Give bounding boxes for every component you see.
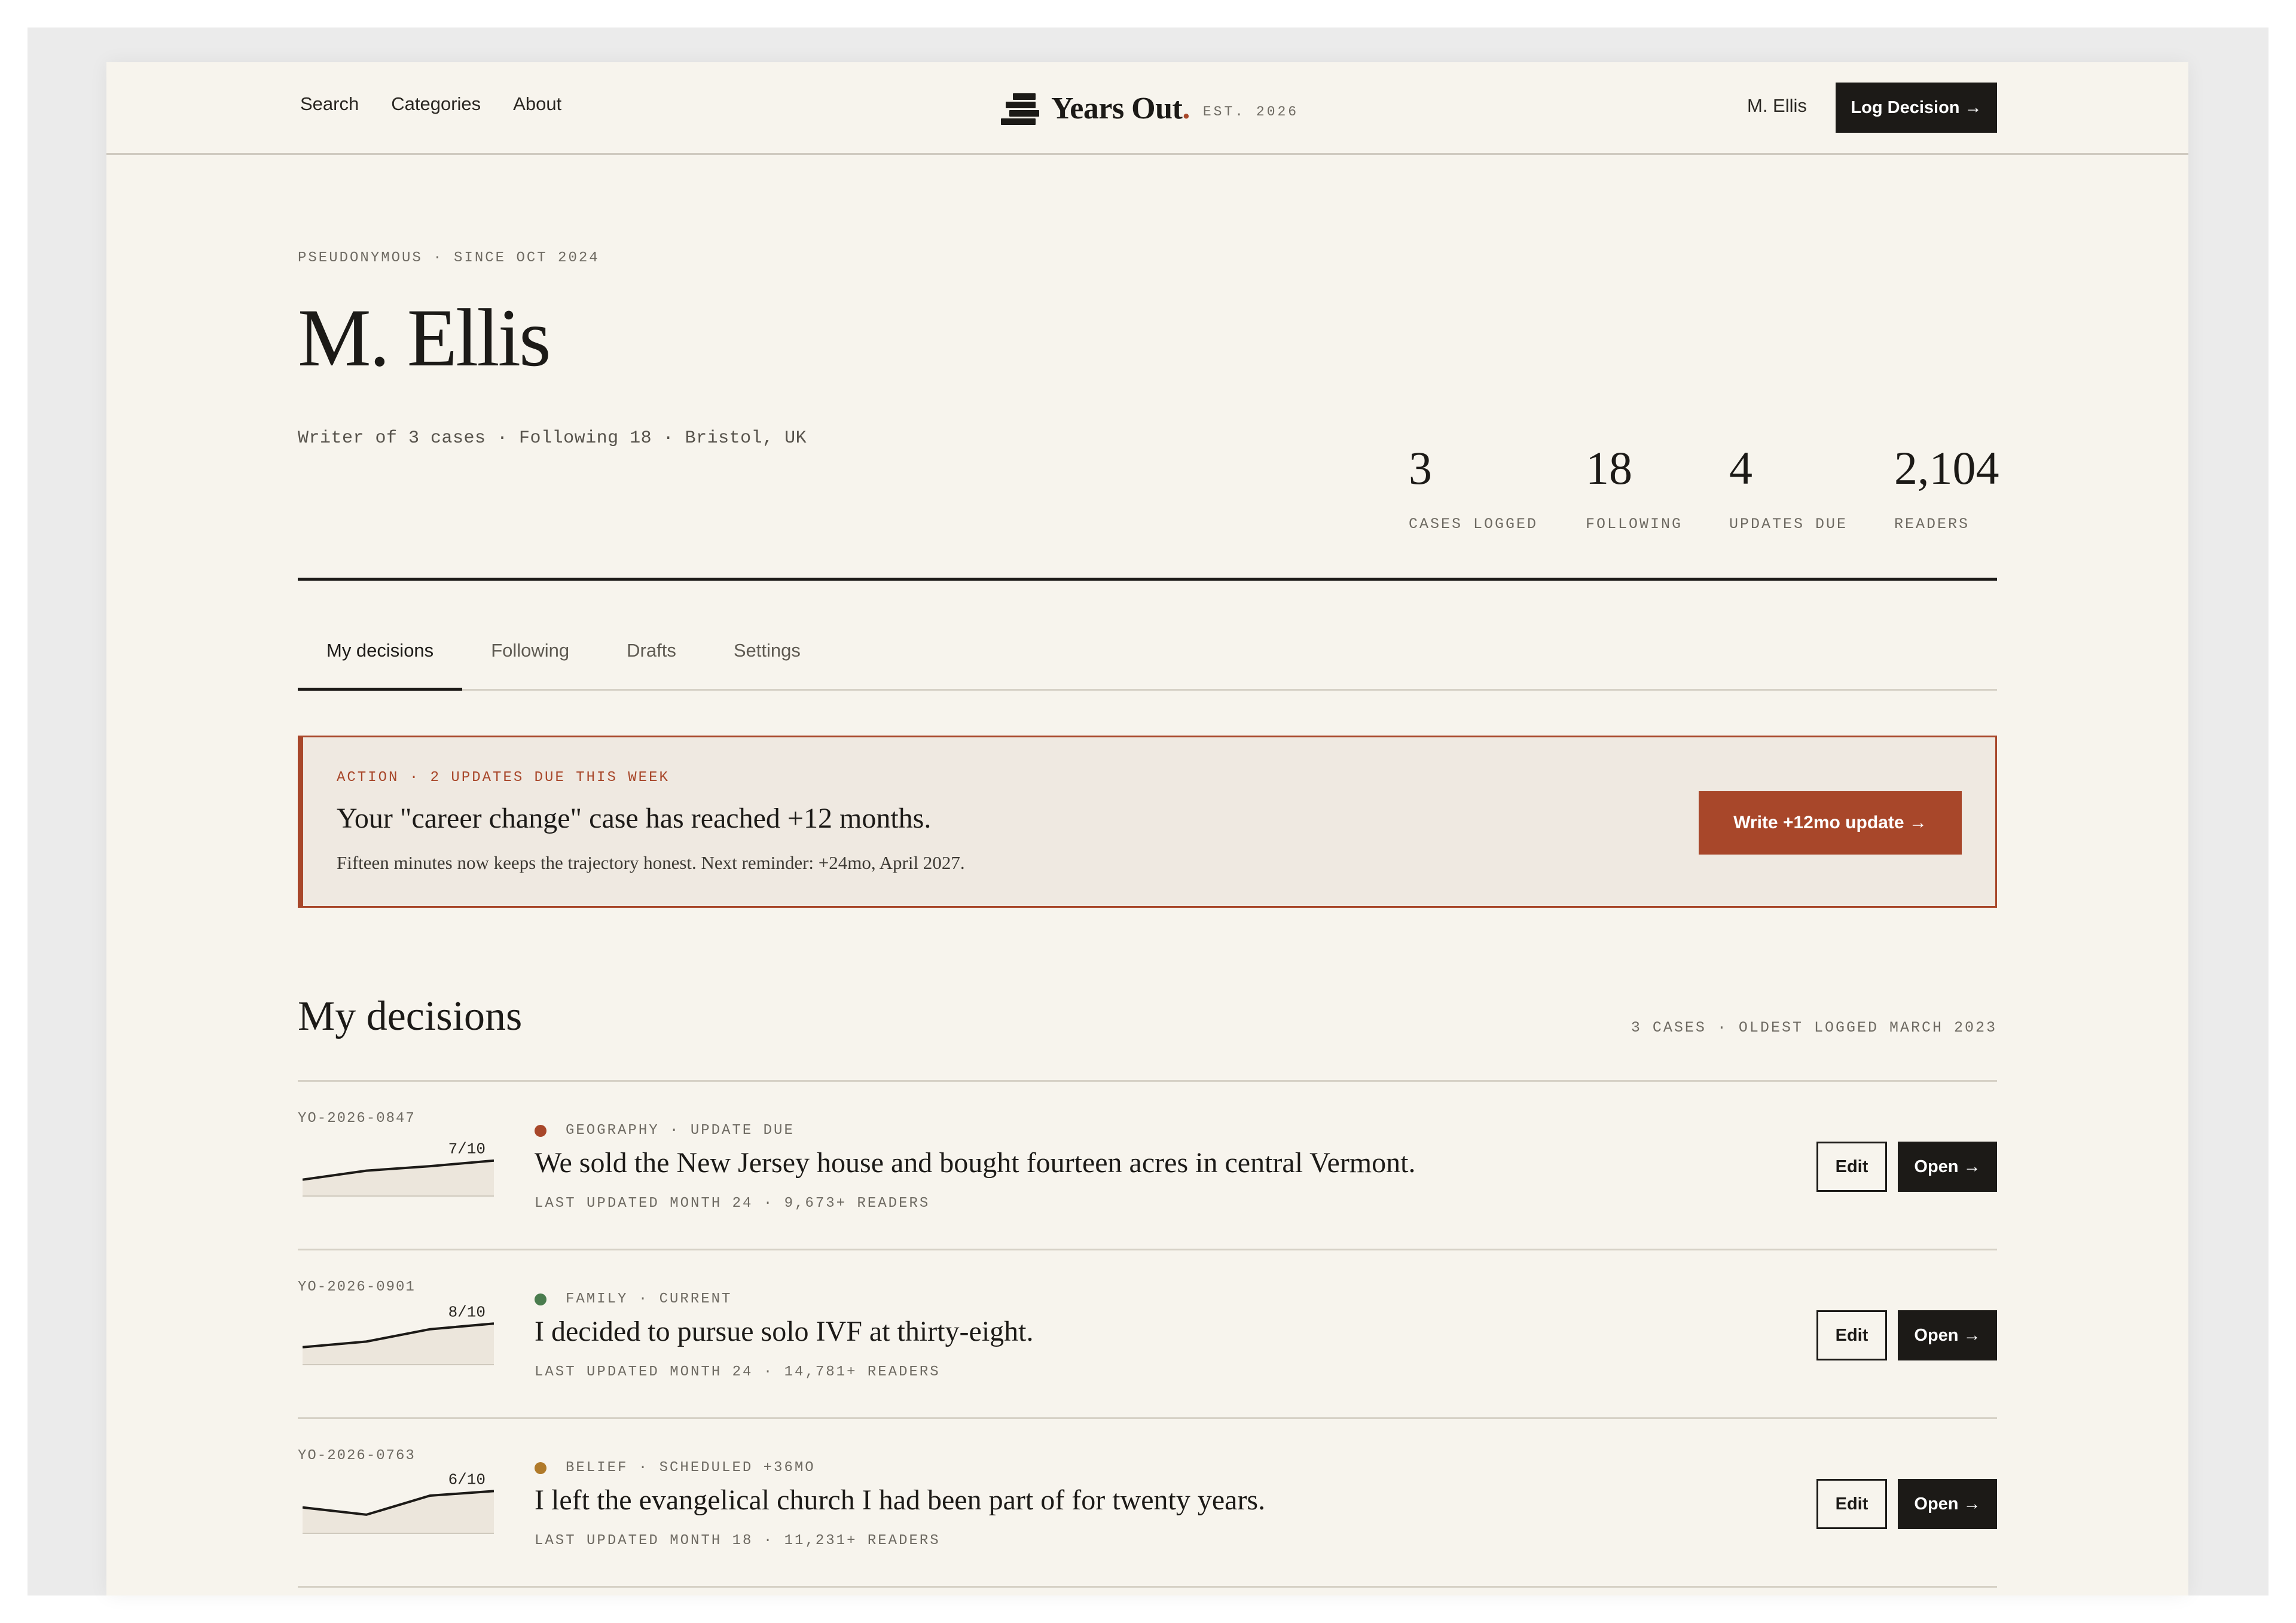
sparkline-score: 8/10 bbox=[448, 1303, 486, 1321]
tab-my-decisions[interactable]: My decisions bbox=[298, 612, 463, 691]
open-button[interactable]: Open → bbox=[1898, 1479, 1997, 1529]
stat-value: 4 bbox=[1729, 442, 1752, 494]
case-meta: LAST UPDATED MONTH 24 · 14,781+ READERS bbox=[535, 1364, 941, 1380]
profile-kicker: PSEUDONYMOUS · SINCE OCT 2024 bbox=[298, 250, 600, 266]
page: Search Categories About Years Out. EST. … bbox=[106, 62, 2188, 1595]
category-label: FAMILY · CURRENT bbox=[566, 1291, 732, 1307]
case-title[interactable]: We sold the New Jersey house and bought … bbox=[535, 1146, 1415, 1179]
stat-value: 3 bbox=[1409, 442, 1432, 494]
stat-readers: 2,104 READERS bbox=[1894, 445, 1999, 533]
case-id: YO-2026-0763 bbox=[298, 1448, 416, 1464]
status-dot bbox=[535, 1462, 546, 1474]
case-category: BELIEF · SCHEDULED +36MO bbox=[535, 1460, 816, 1476]
write-update-button[interactable]: Write +12mo update → bbox=[1699, 791, 1962, 855]
action-title: Your "career change" case has reached +1… bbox=[337, 803, 932, 834]
edit-button[interactable]: Edit bbox=[1816, 1142, 1887, 1192]
tab-following[interactable]: Following bbox=[462, 612, 598, 689]
stat-updates-due: 4 UPDATES DUE bbox=[1729, 445, 1848, 533]
edit-button[interactable]: Edit bbox=[1816, 1479, 1887, 1529]
profile-meta: Writer of 3 cases · Following 18 · Brist… bbox=[298, 428, 807, 449]
profile-name: M. Ellis bbox=[298, 292, 551, 383]
tab-settings[interactable]: Settings bbox=[705, 612, 829, 689]
stat-cases-logged: 3 CASES LOGGED bbox=[1409, 445, 1538, 533]
profile-tabs: My decisions Following Drafts Settings bbox=[298, 612, 1997, 691]
content: PSEUDONYMOUS · SINCE OCT 2024 M. Ellis W… bbox=[298, 62, 1999, 1595]
case-category: FAMILY · CURRENT bbox=[535, 1291, 732, 1307]
decision-row[interactable]: YO-2026-0847 7/10 GEOGRAPHY · UPDATE DUE… bbox=[298, 1082, 1997, 1249]
section-meta: 3 CASES · OLDEST LOGGED MARCH 2023 bbox=[1631, 1019, 1997, 1036]
section-title: My decisions bbox=[298, 993, 523, 1039]
stat-value: 2,104 bbox=[1894, 442, 1999, 494]
profile-divider bbox=[298, 578, 1997, 581]
list-divider bbox=[298, 1586, 1997, 1588]
stat-label: FOLLOWING bbox=[1586, 515, 1683, 533]
stat-following: 18 FOLLOWING bbox=[1586, 445, 1683, 533]
category-label: GEOGRAPHY · UPDATE DUE bbox=[566, 1122, 795, 1139]
open-button[interactable]: Open → bbox=[1898, 1142, 1997, 1192]
stat-label: UPDATES DUE bbox=[1729, 515, 1848, 533]
sparkline-score: 7/10 bbox=[448, 1140, 486, 1158]
action-subtitle: Fifteen minutes now keeps the trajectory… bbox=[337, 852, 965, 873]
case-category: GEOGRAPHY · UPDATE DUE bbox=[535, 1122, 795, 1139]
case-title[interactable]: I left the evangelical church I had been… bbox=[535, 1484, 1265, 1517]
case-title[interactable]: I decided to pursue solo IVF at thirty-e… bbox=[535, 1315, 1034, 1348]
status-dot bbox=[535, 1124, 546, 1137]
decision-row[interactable]: YO-2026-0901 8/10 FAMILY · CURRENT I dec… bbox=[298, 1250, 1997, 1418]
case-meta: LAST UPDATED MONTH 18 · 11,231+ READERS bbox=[535, 1533, 941, 1549]
stat-label: CASES LOGGED bbox=[1409, 515, 1538, 533]
sparkline-score: 6/10 bbox=[448, 1471, 486, 1488]
decision-row[interactable]: YO-2026-0763 6/10 BELIEF · SCHEDULED +36… bbox=[298, 1419, 1997, 1587]
edit-button[interactable]: Edit bbox=[1816, 1310, 1887, 1360]
category-label: BELIEF · SCHEDULED +36MO bbox=[566, 1460, 816, 1476]
trend-sparkline: 8/10 bbox=[303, 1303, 494, 1365]
stat-value: 18 bbox=[1586, 442, 1632, 494]
trend-sparkline: 6/10 bbox=[303, 1471, 494, 1534]
case-id: YO-2026-0847 bbox=[298, 1111, 416, 1127]
action-callout: ACTION · 2 UPDATES DUE THIS WEEK Your "c… bbox=[298, 736, 1997, 908]
case-id: YO-2026-0901 bbox=[298, 1279, 416, 1295]
case-meta: LAST UPDATED MONTH 24 · 9,673+ READERS bbox=[535, 1195, 930, 1212]
stat-label: READERS bbox=[1894, 515, 1970, 533]
open-button[interactable]: Open → bbox=[1898, 1310, 1997, 1360]
status-dot bbox=[535, 1293, 546, 1305]
action-kicker: ACTION · 2 UPDATES DUE THIS WEEK bbox=[337, 770, 670, 786]
tab-drafts[interactable]: Drafts bbox=[598, 612, 705, 689]
sparkline-area bbox=[303, 1160, 494, 1195]
trend-sparkline: 7/10 bbox=[303, 1140, 494, 1197]
